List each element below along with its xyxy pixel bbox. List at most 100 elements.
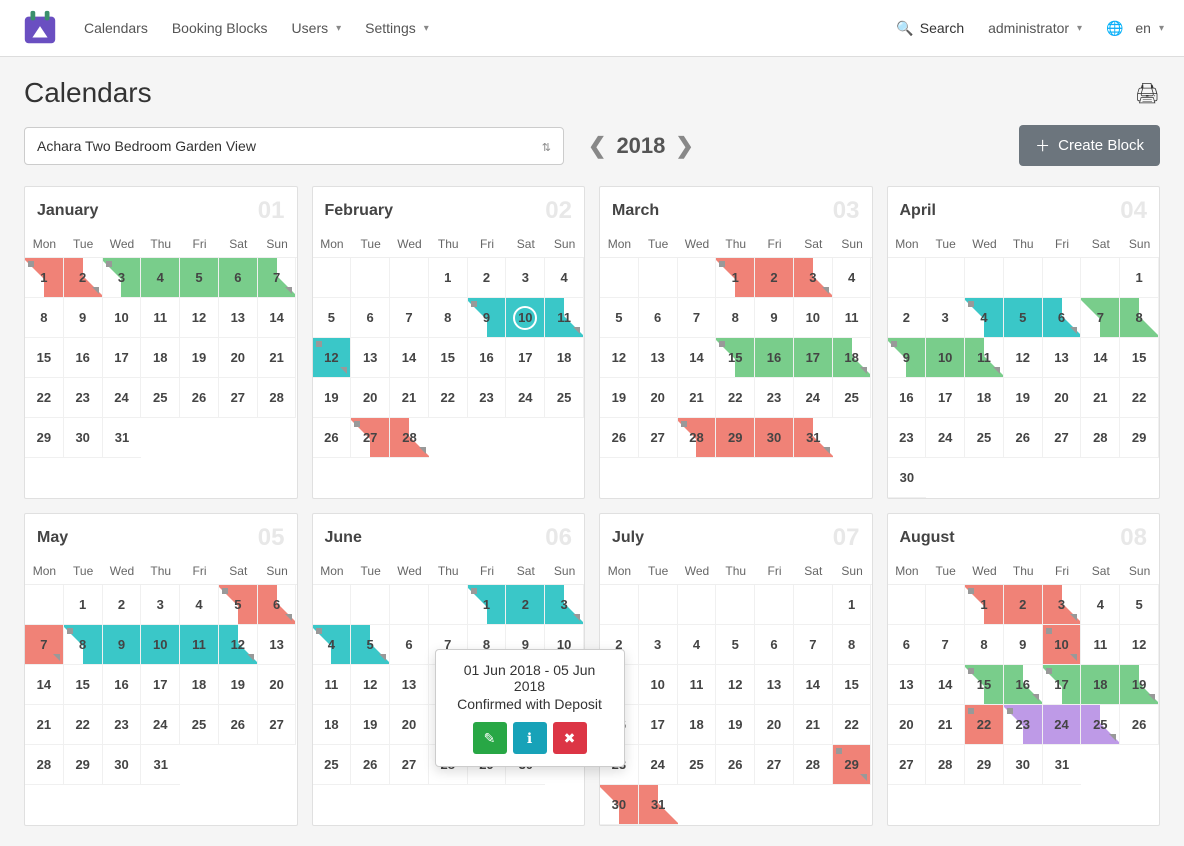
day-cell[interactable]: 18 [678, 705, 717, 745]
day-cell[interactable]: 2 [103, 585, 142, 625]
day-cell[interactable]: 20 [888, 705, 927, 745]
day-cell[interactable]: 6 [390, 625, 429, 665]
day-cell[interactable]: 27 [888, 745, 927, 785]
day-cell[interactable]: 5 [313, 298, 352, 338]
year-next[interactable]: ❯ [675, 133, 693, 159]
day-cell[interactable]: 22 [25, 378, 64, 418]
day-cell[interactable]: 18 [833, 338, 872, 378]
day-cell[interactable]: 12 [716, 665, 755, 705]
day-cell[interactable]: 24 [639, 745, 678, 785]
nav-booking-blocks[interactable]: Booking Blocks [172, 20, 268, 36]
day-cell[interactable]: 13 [390, 665, 429, 705]
day-cell[interactable]: 23 [468, 378, 507, 418]
day-cell[interactable]: 12 [1120, 625, 1159, 665]
day-cell[interactable]: 26 [1004, 418, 1043, 458]
day-cell[interactable]: 18 [1081, 665, 1120, 705]
day-cell[interactable]: 30 [64, 418, 103, 458]
day-cell[interactable]: 25 [141, 378, 180, 418]
day-cell[interactable]: 4 [180, 585, 219, 625]
day-cell[interactable]: 28 [390, 418, 429, 458]
day-cell[interactable]: 19 [313, 378, 352, 418]
day-cell[interactable]: 11 [965, 338, 1004, 378]
day-cell[interactable]: 1 [64, 585, 103, 625]
day-cell[interactable]: 9 [755, 298, 794, 338]
day-cell[interactable]: 27 [390, 745, 429, 785]
day-cell[interactable]: 27 [258, 705, 297, 745]
day-cell[interactable]: 17 [141, 665, 180, 705]
day-cell[interactable]: 24 [141, 705, 180, 745]
day-cell[interactable]: 10 [141, 625, 180, 665]
day-cell[interactable]: 2 [755, 258, 794, 298]
day-cell[interactable]: 11 [678, 665, 717, 705]
day-cell[interactable]: 3 [141, 585, 180, 625]
day-cell[interactable]: 10 [103, 298, 142, 338]
day-cell[interactable]: 10 [926, 338, 965, 378]
day-cell[interactable]: 1 [429, 258, 468, 298]
day-cell[interactable]: 4 [313, 625, 352, 665]
day-cell[interactable]: 21 [794, 705, 833, 745]
day-cell[interactable]: 25 [965, 418, 1004, 458]
year-prev[interactable]: ❮ [588, 133, 606, 159]
create-block-button[interactable]: ＋ Create Block [1019, 125, 1160, 166]
day-cell[interactable]: 7 [1081, 298, 1120, 338]
day-cell[interactable]: 13 [219, 298, 258, 338]
day-cell[interactable]: 10 [1043, 625, 1082, 665]
day-cell[interactable]: 17 [103, 338, 142, 378]
day-cell[interactable]: 23 [755, 378, 794, 418]
day-cell[interactable]: 14 [678, 338, 717, 378]
day-cell[interactable]: 1 [716, 258, 755, 298]
day-cell[interactable]: 17 [794, 338, 833, 378]
day-cell[interactable]: 14 [258, 298, 297, 338]
day-cell[interactable]: 27 [639, 418, 678, 458]
day-cell[interactable]: 4 [545, 258, 584, 298]
day-cell[interactable]: 17 [1043, 665, 1082, 705]
day-cell[interactable]: 21 [1081, 378, 1120, 418]
day-cell[interactable]: 19 [1004, 378, 1043, 418]
lang-menu[interactable]: en [1106, 20, 1164, 37]
day-cell[interactable]: 5 [180, 258, 219, 298]
day-cell[interactable]: 3 [1043, 585, 1082, 625]
day-cell[interactable]: 29 [965, 745, 1004, 785]
day-cell[interactable]: 5 [1120, 585, 1159, 625]
day-cell[interactable]: 29 [716, 418, 755, 458]
nav-users[interactable]: Users [292, 20, 342, 36]
day-cell[interactable]: 11 [180, 625, 219, 665]
day-cell[interactable]: 17 [506, 338, 545, 378]
day-cell[interactable]: 18 [141, 338, 180, 378]
day-cell[interactable]: 11 [313, 665, 352, 705]
day-cell[interactable]: 6 [888, 625, 927, 665]
day-cell[interactable]: 11 [1081, 625, 1120, 665]
day-cell[interactable]: 28 [794, 745, 833, 785]
day-cell[interactable]: 5 [716, 625, 755, 665]
day-cell[interactable]: 19 [219, 665, 258, 705]
day-cell[interactable]: 6 [219, 258, 258, 298]
day-cell[interactable]: 28 [678, 418, 717, 458]
nav-calendars[interactable]: Calendars [84, 20, 148, 36]
day-cell[interactable]: 13 [1043, 338, 1082, 378]
day-cell[interactable]: 11 [833, 298, 872, 338]
day-cell[interactable]: 24 [103, 378, 142, 418]
day-cell[interactable]: 7 [25, 625, 64, 665]
day-cell[interactable]: 6 [755, 625, 794, 665]
day-cell[interactable]: 15 [429, 338, 468, 378]
day-cell[interactable]: 3 [506, 258, 545, 298]
day-cell[interactable]: 5 [351, 625, 390, 665]
day-cell[interactable]: 13 [639, 338, 678, 378]
app-logo[interactable] [20, 8, 60, 48]
day-cell[interactable]: 23 [888, 418, 927, 458]
day-cell[interactable]: 23 [64, 378, 103, 418]
day-cell[interactable]: 19 [180, 338, 219, 378]
day-cell[interactable]: 14 [390, 338, 429, 378]
day-cell[interactable]: 12 [351, 665, 390, 705]
day-cell[interactable]: 20 [258, 665, 297, 705]
day-cell[interactable]: 26 [313, 418, 352, 458]
day-cell[interactable]: 31 [1043, 745, 1082, 785]
day-cell[interactable]: 1 [833, 585, 872, 625]
day-cell[interactable]: 10 [794, 298, 833, 338]
day-cell[interactable]: 2 [64, 258, 103, 298]
day-cell[interactable]: 12 [1004, 338, 1043, 378]
day-cell[interactable]: 25 [833, 378, 872, 418]
day-cell[interactable]: 13 [755, 665, 794, 705]
day-cell[interactable]: 12 [219, 625, 258, 665]
day-cell[interactable]: 20 [1043, 378, 1082, 418]
